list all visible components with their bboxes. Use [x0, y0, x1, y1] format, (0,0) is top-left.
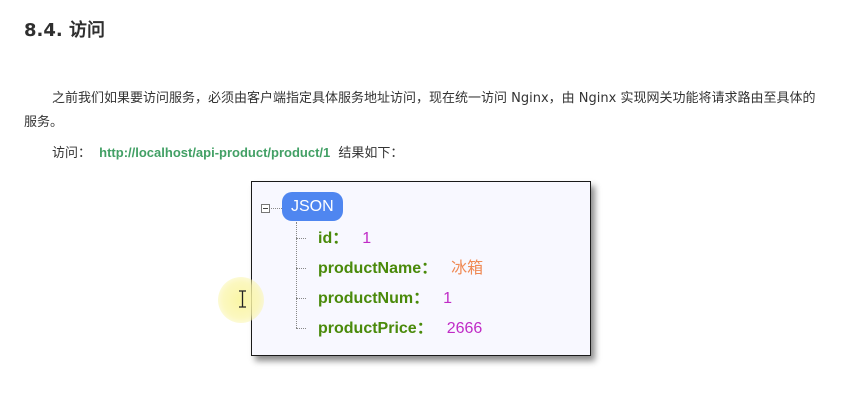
json-key: productNum：: [318, 290, 430, 307]
json-value: 1: [362, 230, 372, 247]
json-key: productPrice：: [318, 320, 433, 337]
json-value: 冰箱: [451, 258, 484, 277]
visit-prefix: 访问：: [52, 146, 92, 161]
json-field-productNum: productNum： 1: [296, 286, 452, 310]
document-page: 8.4. 访问 之前我们如果要访问服务，必须由客户端指定具体服务地址访问，现在统…: [0, 0, 853, 414]
visit-url-link[interactable]: http://localhost/api-product/product/1: [99, 145, 330, 160]
json-value: 1: [443, 290, 453, 307]
json-key: productName：: [318, 260, 438, 277]
collapse-minus-icon[interactable]: [261, 204, 270, 213]
text-ibeam-cursor-icon: [239, 290, 246, 308]
json-value: 2666: [446, 320, 483, 337]
visit-line: 访问： http://localhost/api-product/product…: [52, 143, 403, 164]
json-viewer: JSON id： 1 productName： 冰箱 productNum： 1 pr…: [251, 181, 591, 356]
tree-connector: [271, 208, 282, 209]
json-field-productPrice: productPrice： 2666: [296, 316, 482, 340]
intro-paragraph: 之前我们如果要访问服务，必须由客户端指定具体服务地址访问，现在统一访问 Ngin…: [24, 91, 816, 130]
json-key: id：: [318, 230, 349, 247]
visit-suffix: 结果如下：: [338, 146, 404, 161]
json-field-productName: productName： 冰箱: [296, 256, 483, 280]
json-root-node[interactable]: JSON: [282, 192, 343, 221]
json-field-id: id： 1: [296, 226, 371, 250]
section-heading: 8.4. 访问: [24, 20, 105, 41]
